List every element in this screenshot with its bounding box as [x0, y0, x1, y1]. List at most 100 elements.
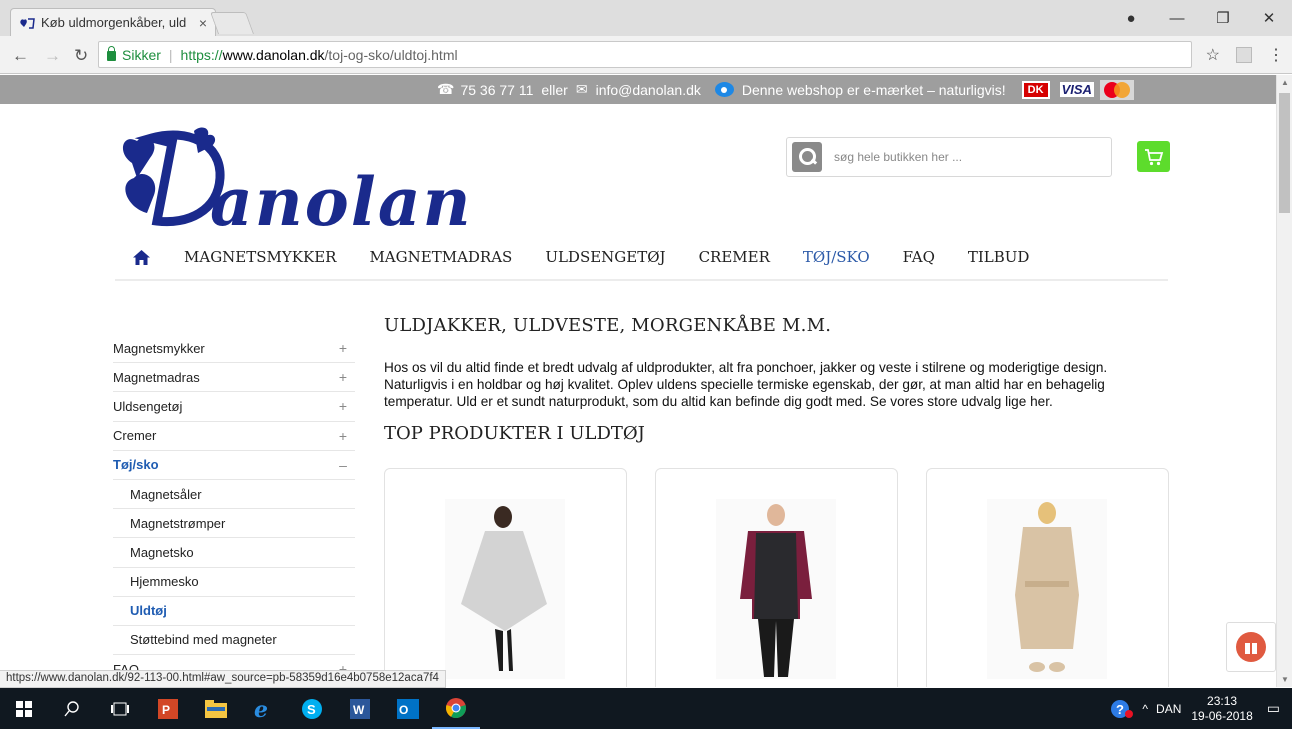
show-hidden-icons-icon[interactable]: ^ — [1142, 702, 1148, 716]
dankort-logo: DK — [1021, 80, 1050, 99]
emark-text[interactable]: Denne webshop er e-mærket – naturligvis! — [742, 82, 1006, 98]
taskbar-search-icon[interactable] — [48, 688, 96, 729]
sidebar-item-cremer[interactable]: Cremer + — [113, 422, 355, 451]
sidebar-subitem-stottebind[interactable]: Støttebind med magneter — [113, 626, 355, 656]
collapse-minus-icon[interactable]: – — [336, 457, 350, 473]
page-title: ULDJAKKER, ULDVESTE, MORGENKÅBE M.M. — [384, 315, 832, 336]
skype-icon[interactable]: S — [288, 688, 336, 729]
menu-kebab-icon[interactable]: ⋮ — [1268, 45, 1284, 65]
sidebar-item-toj-sko[interactable]: Tøj/sko – — [113, 451, 355, 480]
browser-tab[interactable]: Køb uldmorgenkåber, uld × — [10, 8, 216, 36]
clock[interactable]: 23:13 19-06-2018 — [1191, 694, 1252, 724]
reload-icon[interactable]: ↻ — [74, 46, 88, 66]
file-explorer-icon[interactable] — [192, 688, 240, 729]
forward-arrow-icon[interactable]: → — [44, 46, 61, 66]
sidebar-item-label: Magnetstrømper — [130, 515, 226, 531]
task-view-icon[interactable] — [96, 688, 144, 729]
gift-button[interactable] — [1226, 622, 1276, 672]
powerpoint-icon[interactable]: P — [144, 688, 192, 729]
scroll-down-icon[interactable]: ▼ — [1281, 675, 1289, 684]
search-icon[interactable] — [792, 142, 822, 172]
url-scheme: https:// — [180, 46, 223, 63]
new-tab-button[interactable] — [209, 12, 255, 34]
svg-text:S: S — [307, 702, 316, 717]
expand-plus-icon[interactable]: + — [336, 369, 350, 385]
chrome-icon[interactable] — [432, 688, 480, 729]
category-description: Hos os vil du altid finde et bredt udval… — [384, 360, 1108, 409]
sidebar-item-label: Magnetsko — [130, 544, 194, 560]
action-center-icon[interactable]: ▭ — [1267, 700, 1280, 717]
category-sidebar: Magnetsmykker + Magnetmadras + Uldsenget… — [113, 334, 355, 685]
sidebar-item-label: Magnetmadras — [113, 369, 200, 385]
sidebar-subitem-magnetsko[interactable]: Magnetsko — [113, 538, 355, 568]
product-card[interactable] — [926, 468, 1169, 687]
product-image-vest[interactable] — [716, 499, 836, 679]
sidebar-item-label: Tøj/sko — [113, 457, 159, 473]
page-scrollbar[interactable]: ▲ ▼ — [1276, 75, 1292, 687]
address-bar-actions: ☆ ⋮ — [1206, 45, 1284, 65]
cart-button[interactable] — [1137, 141, 1170, 172]
phone-icon: ☎ — [437, 81, 455, 97]
start-button[interactable] — [0, 688, 48, 729]
help-notification-icon[interactable]: ? — [1110, 699, 1134, 719]
nav-item-faq[interactable]: FAQ — [903, 248, 935, 266]
search-input[interactable] — [834, 150, 1104, 164]
sidebar-subitem-magnetsaler[interactable]: Magnetsåler — [113, 480, 355, 510]
lock-icon — [107, 45, 116, 61]
product-grid — [384, 468, 1174, 687]
product-card[interactable] — [655, 468, 898, 687]
home-icon[interactable] — [133, 249, 150, 265]
outlook-icon[interactable]: O — [384, 688, 432, 729]
browser-tabbar: Køb uldmorgenkåber, uld × ● — ❐ ✕ — [0, 0, 1292, 36]
page-viewport: ☎ 75 36 77 11 eller ✉ info@danolan.dk De… — [0, 75, 1276, 687]
sidebar-item-uldsengetoj[interactable]: Uldsengetøj + — [113, 392, 355, 422]
nav-item-tilbud[interactable]: TILBUD — [968, 248, 1030, 266]
restore-button[interactable]: ❐ — [1200, 9, 1246, 27]
sidebar-item-label: Hjemmesko — [130, 574, 199, 590]
nav-item-uldsengetoj[interactable]: ULDSENGETØJ — [545, 248, 665, 266]
svg-text:?: ? — [1116, 702, 1124, 717]
phone-number[interactable]: 75 36 77 11 — [460, 82, 533, 98]
contact-strip: ☎ 75 36 77 11 eller ✉ info@danolan.dk De… — [0, 75, 1276, 104]
mastercard-logo — [1099, 79, 1134, 100]
gift-icon — [1236, 632, 1266, 662]
word-icon[interactable]: W — [336, 688, 384, 729]
url-field[interactable]: Sikker | https:// www.danolan.dk /toj-og… — [98, 41, 1192, 68]
address-bar: ← → ↻ Sikker | https:// www.danolan.dk /… — [0, 36, 1292, 74]
close-window-button[interactable]: ✕ — [1246, 9, 1292, 27]
product-card[interactable] — [384, 468, 627, 687]
expand-plus-icon[interactable]: + — [336, 398, 350, 414]
scroll-up-icon[interactable]: ▲ — [1281, 78, 1289, 87]
tab-title: Køb uldmorgenkåber, uld — [41, 15, 187, 30]
visa-logo: VISA — [1059, 82, 1094, 97]
expand-plus-icon[interactable]: + — [336, 340, 350, 356]
internet-explorer-icon[interactable]: e — [240, 688, 288, 729]
logo-wordmark: anolan — [210, 163, 473, 241]
product-image-robe[interactable] — [987, 499, 1107, 679]
sidebar-subitem-hjemmesko[interactable]: Hjemmesko — [113, 568, 355, 597]
sidebar-item-magnetmadras[interactable]: Magnetmadras + — [113, 363, 355, 393]
url-host: www.danolan.dk — [222, 46, 325, 63]
nav-item-magnetmadras[interactable]: MAGNETMADRAS — [369, 248, 512, 266]
account-icon[interactable]: ● — [1108, 10, 1154, 27]
sidebar-item-label: Uldtøj — [130, 603, 167, 619]
email-link[interactable]: info@danolan.dk — [596, 82, 701, 98]
scrollbar-thumb[interactable] — [1279, 93, 1290, 213]
nav-item-magnetsmykker[interactable]: MAGNETSMYKKER — [184, 248, 336, 266]
category-content: ULDJAKKER, ULDVESTE, MORGENKÅBE M.M. Hos… — [384, 315, 1174, 444]
bookmark-star-icon[interactable]: ☆ — [1206, 45, 1220, 65]
product-image-poncho[interactable] — [445, 499, 565, 679]
sidebar-subitem-magnetstromper[interactable]: Magnetstrømper — [113, 509, 355, 539]
sidebar-item-magnetsmykker[interactable]: Magnetsmykker + — [113, 334, 355, 364]
nav-item-toj-sko[interactable]: TØJ/SKO — [803, 248, 870, 266]
nav-item-cremer[interactable]: CREMER — [699, 248, 770, 266]
sidebar-item-label: Magnetsmykker — [113, 340, 205, 356]
language-indicator[interactable]: DAN — [1156, 702, 1181, 716]
expand-plus-icon[interactable]: + — [336, 428, 350, 444]
back-arrow-icon[interactable]: ← — [12, 46, 29, 66]
minimize-button[interactable]: — — [1154, 10, 1200, 27]
sidebar-item-label: Støttebind med magneter — [130, 632, 277, 648]
extension-icon[interactable] — [1236, 47, 1252, 63]
sidebar-subitem-uldtoj[interactable]: Uldtøj — [113, 597, 355, 626]
tab-close-icon[interactable]: × — [199, 15, 207, 31]
